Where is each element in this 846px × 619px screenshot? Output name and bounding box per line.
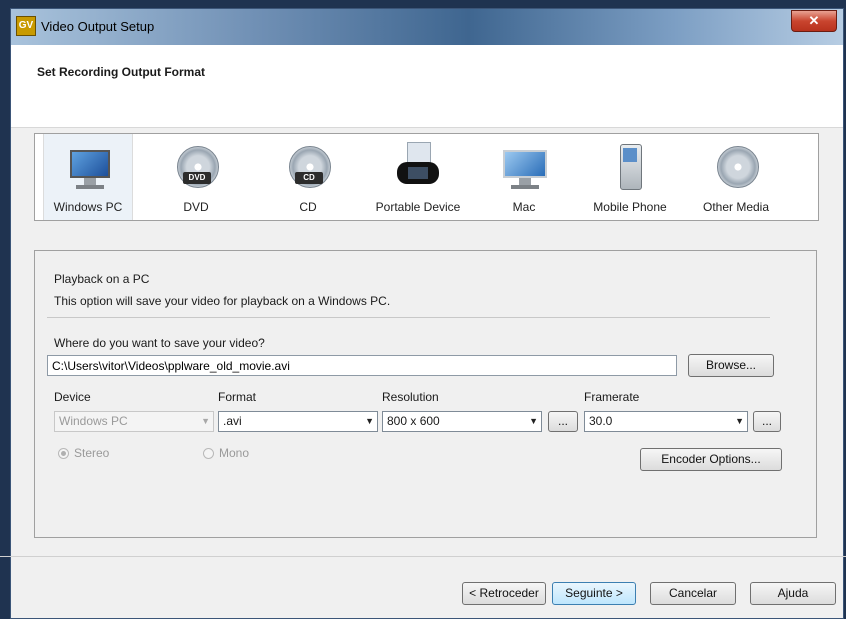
- format-label: DVD: [183, 200, 209, 214]
- dvd-icon: DVD: [175, 142, 219, 190]
- encoder-options-button[interactable]: Encoder Options...: [640, 448, 782, 471]
- mac-icon: [503, 142, 547, 190]
- device-select-value: Windows PC: [59, 414, 128, 428]
- format-other-media[interactable]: Other Media: [691, 134, 781, 220]
- next-button[interactable]: Seguinte >: [552, 582, 636, 605]
- chevron-down-icon: ▼: [201, 416, 210, 426]
- format-mobile-phone[interactable]: Mobile Phone: [585, 134, 675, 220]
- mono-radio: [203, 448, 214, 459]
- format-label: Portable Device: [375, 200, 461, 214]
- chevron-down-icon: ▼: [365, 416, 374, 426]
- resolution-select-value: 800 x 600: [387, 414, 440, 428]
- format-windows-pc[interactable]: Windows PC: [43, 134, 133, 220]
- save-location-label: Where do you want to save your video?: [54, 336, 265, 350]
- framerate-more-button[interactable]: ...: [753, 411, 781, 432]
- panel-heading: Playback on a PC: [54, 272, 150, 286]
- wizard-header: Set Recording Output Format: [11, 45, 843, 128]
- format-portable-device[interactable]: Portable Device: [373, 134, 463, 220]
- save-path-input[interactable]: [47, 355, 677, 376]
- resolution-more-button[interactable]: ...: [548, 411, 578, 432]
- mobile-phone-icon: [609, 142, 651, 190]
- format-label: CD: [299, 200, 317, 214]
- browse-button[interactable]: Browse...: [688, 354, 774, 377]
- format-label: Windows PC: [53, 200, 123, 214]
- close-button[interactable]: ✕: [791, 10, 837, 32]
- device-select: Windows PC ▼: [54, 411, 214, 432]
- format-cd[interactable]: CD CD: [263, 134, 353, 220]
- output-format-list: Windows PC DVD DVD CD CD Portable Device…: [34, 133, 819, 221]
- title-bar[interactable]: GV Video Output Setup ✕: [11, 9, 843, 45]
- other-media-icon: [715, 142, 759, 190]
- mono-label: Mono: [219, 446, 250, 460]
- format-label: Other Media: [702, 200, 770, 214]
- framerate-select-value: 30.0: [589, 414, 613, 428]
- windows-pc-icon: [68, 142, 110, 190]
- panel-description: This option will save your video for pla…: [54, 294, 391, 308]
- format-field-label: Format: [218, 390, 257, 404]
- framerate-label: Framerate: [584, 390, 640, 404]
- chevron-down-icon: ▼: [529, 416, 538, 426]
- format-dvd[interactable]: DVD DVD: [151, 134, 241, 220]
- stereo-label: Stereo: [74, 446, 110, 460]
- page-title: Set Recording Output Format: [37, 65, 205, 79]
- app-icon: GV: [16, 16, 36, 36]
- format-mac[interactable]: Mac: [479, 134, 569, 220]
- framerate-select[interactable]: 30.0 ▼: [584, 411, 748, 432]
- cancel-button[interactable]: Cancelar: [650, 582, 736, 605]
- window-title: Video Output Setup: [41, 19, 155, 34]
- divider: [47, 317, 770, 318]
- resolution-select[interactable]: 800 x 600 ▼: [382, 411, 542, 432]
- help-button[interactable]: Ajuda: [750, 582, 836, 605]
- portable-device-icon: [397, 142, 439, 190]
- chevron-down-icon: ▼: [735, 416, 744, 426]
- format-select[interactable]: .avi ▼: [218, 411, 378, 432]
- format-select-value: .avi: [223, 414, 242, 428]
- stereo-radio: [58, 448, 69, 459]
- resolution-label: Resolution: [382, 390, 439, 404]
- cd-icon: CD: [287, 142, 331, 190]
- footer-divider: [0, 556, 846, 557]
- back-button[interactable]: < Retroceder: [462, 582, 546, 605]
- format-label: Mobile Phone: [593, 200, 667, 214]
- device-label: Device: [54, 390, 91, 404]
- format-label: Mac: [512, 200, 536, 214]
